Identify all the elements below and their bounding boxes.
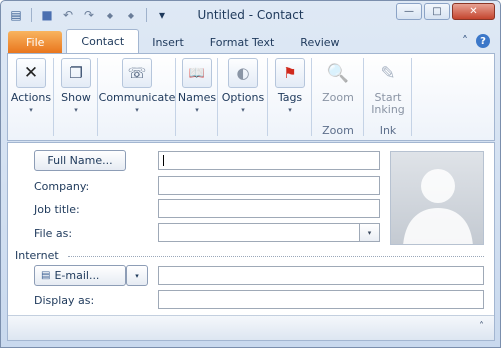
tab-format-text[interactable]: Format Text	[197, 31, 288, 53]
full-name-button[interactable]: Full Name...	[34, 150, 126, 171]
start-inking-button: ✎ Start Inking	[371, 54, 405, 116]
contact-form: Full Name... Company: Job title: File as…	[7, 142, 495, 341]
file-as-field[interactable]	[158, 223, 360, 242]
maximize-button[interactable]: □	[424, 3, 450, 20]
ribbon: ✕ Actions ▾ ❐ Show ▾ ☏ Communicate ▾ 📖 N…	[7, 53, 495, 141]
tab-insert[interactable]: Insert	[139, 31, 197, 53]
actions-label: Actions	[10, 91, 52, 104]
group-actions: ✕ Actions ▾	[8, 54, 54, 140]
minimize-ribbon-icon[interactable]: ˄	[462, 34, 468, 48]
group-names: 📖 Names ▾	[176, 54, 218, 140]
chevron-down-icon: ▾	[195, 106, 199, 114]
tab-file[interactable]: File	[8, 31, 63, 53]
form-footer-bar: ˄	[8, 315, 494, 340]
full-name-field[interactable]	[158, 151, 380, 170]
email-field[interactable]	[158, 266, 484, 285]
chevron-down-icon: ▾	[288, 106, 292, 114]
chevron-down-icon: ▾	[135, 106, 139, 114]
address-book-icon: 📖	[182, 58, 212, 88]
close-x-icon: ✕	[16, 58, 46, 88]
pages-icon: ❐	[61, 58, 91, 88]
actions-button[interactable]: ✕ Actions ▾	[11, 54, 51, 114]
job-title-label: Job title:	[34, 203, 80, 216]
job-title-field[interactable]	[158, 199, 380, 218]
flag-icon: ⚑	[275, 58, 305, 88]
address-book-icon: ▤	[41, 270, 51, 281]
text-caret	[163, 155, 164, 166]
zoom-group-label: Zoom	[322, 124, 354, 137]
display-as-label: Display as:	[34, 294, 95, 307]
ribbon-right-controls: ˄ ?	[462, 34, 490, 48]
chevron-down-icon: ▾	[29, 106, 33, 114]
tags-label: Tags	[277, 91, 303, 104]
form-area: Full Name... Company: Job title: File as…	[8, 143, 494, 315]
file-as-dropdown-button[interactable]: ▾	[360, 223, 380, 242]
company-field[interactable]	[158, 176, 380, 195]
ribbon-tabs: File Contact Insert Format Text Review	[8, 29, 353, 53]
chevron-down-icon: ▾	[241, 106, 245, 114]
minimize-button[interactable]: —	[396, 3, 422, 20]
options-button[interactable]: ◐ Options ▾	[222, 54, 264, 114]
close-button[interactable]: ✕	[452, 3, 495, 20]
file-as-label: File as:	[34, 227, 73, 240]
zoom-button: 🔍 Zoom	[322, 54, 354, 104]
group-tags: ⚑ Tags ▾	[268, 54, 312, 140]
show-button[interactable]: ❐ Show ▾	[61, 54, 91, 114]
company-label: Company:	[34, 180, 90, 193]
group-options: ◐ Options ▾	[218, 54, 268, 140]
group-divider	[411, 58, 412, 136]
chevron-down-icon: ▾	[74, 106, 78, 114]
tab-review[interactable]: Review	[287, 31, 352, 53]
internet-section-label: Internet	[15, 249, 59, 262]
communicate-icon: ☏	[122, 58, 152, 88]
names-button[interactable]: 📖 Names ▾	[178, 54, 216, 114]
tags-button[interactable]: ⚑ Tags ▾	[275, 54, 305, 114]
person-silhouette-icon: ◐	[227, 58, 258, 88]
communicate-button[interactable]: ☏ Communicate ▾	[98, 54, 176, 114]
help-icon[interactable]: ?	[476, 34, 490, 48]
start-inking-label-2: Inking	[371, 103, 405, 116]
contact-photo[interactable]	[390, 151, 484, 245]
communicate-label: Communicate	[98, 91, 176, 104]
group-ink: ✎ Start Inking Ink	[364, 54, 412, 140]
names-label: Names	[177, 91, 217, 104]
group-show: ❐ Show ▾	[54, 54, 98, 140]
email-button-label: E-mail...	[54, 269, 100, 282]
tab-contact[interactable]: Contact	[66, 29, 140, 53]
options-label: Options	[221, 91, 265, 104]
collapse-icon[interactable]: ˄	[479, 321, 484, 332]
contact-window: ▤ ■ ↶ ↷ ◆ ◆ ▾ Untitled - Contact — □ ✕ F…	[0, 0, 501, 348]
section-divider	[68, 256, 484, 257]
zoom-button-label: Zoom	[322, 91, 354, 104]
title-bar: ▤ ■ ↶ ↷ ◆ ◆ ▾ Untitled - Contact — □ ✕	[1, 1, 500, 29]
person-placeholder-icon	[403, 169, 473, 244]
show-label: Show	[61, 91, 91, 104]
magnifier-icon: 🔍	[326, 62, 350, 84]
window-controls: — □ ✕	[396, 3, 495, 20]
pen-icon: ✎	[380, 62, 396, 84]
email-button[interactable]: ▤ E-mail...	[34, 265, 126, 286]
email-dropdown-button[interactable]: ▾	[126, 265, 148, 286]
group-zoom: 🔍 Zoom Zoom	[312, 54, 364, 140]
display-as-field[interactable]	[158, 290, 484, 309]
ink-group-label: Ink	[379, 124, 397, 137]
group-communicate: ☏ Communicate ▾	[98, 54, 176, 140]
